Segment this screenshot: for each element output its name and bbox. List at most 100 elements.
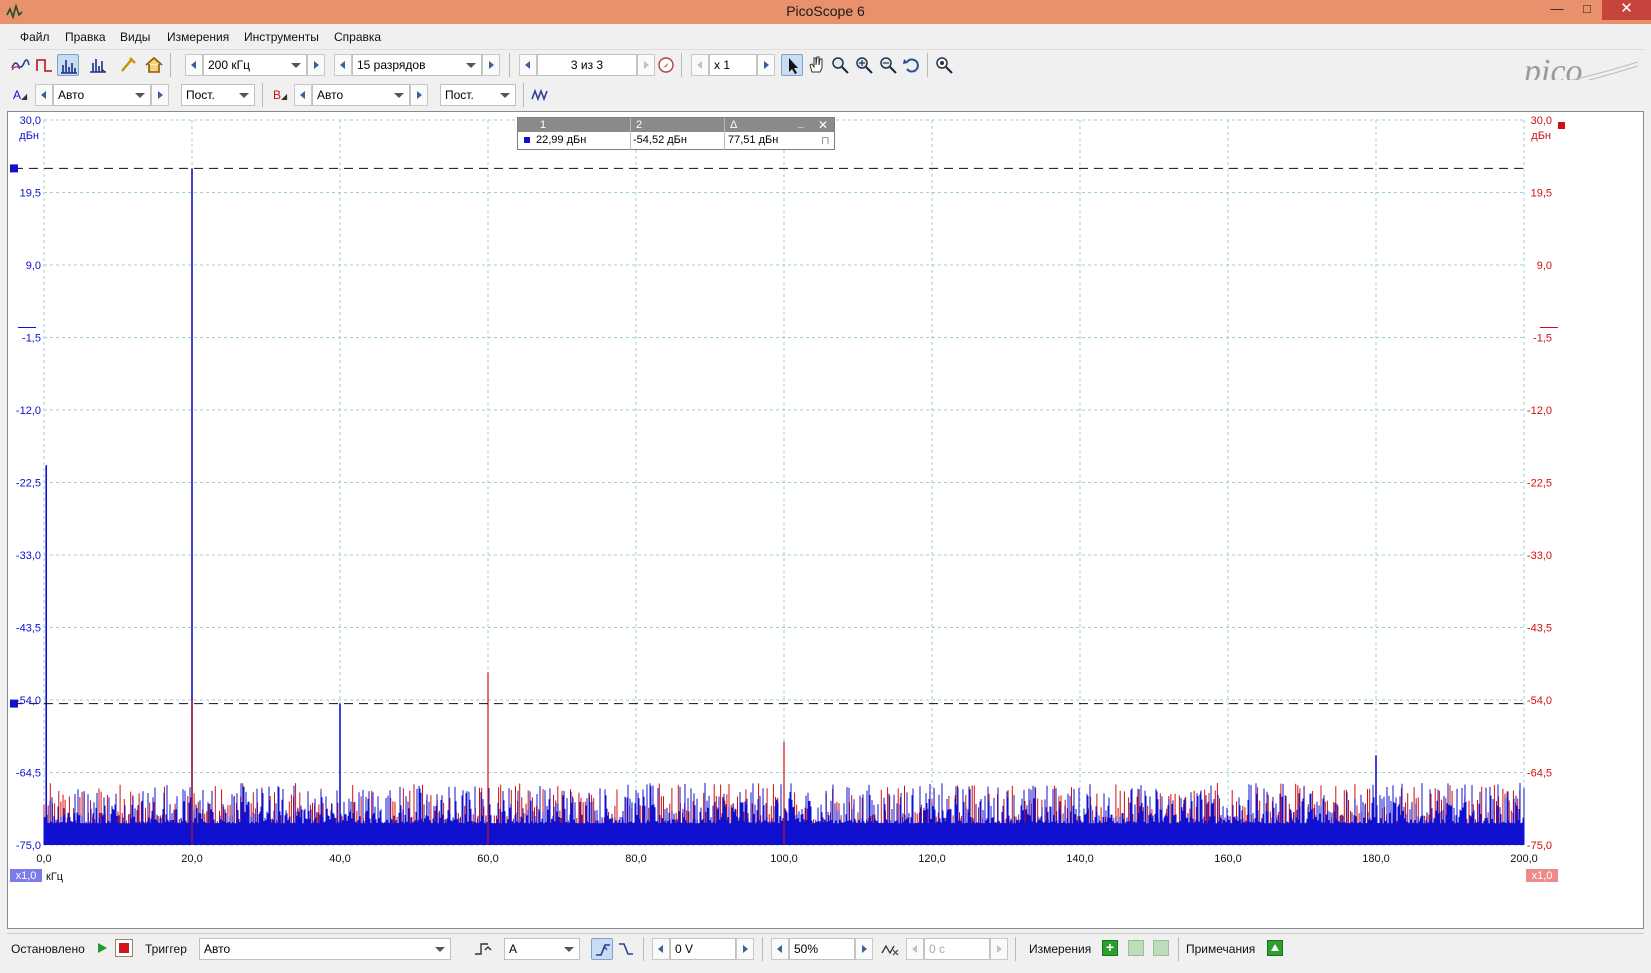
chevron-down-icon xyxy=(135,93,145,98)
x-unit-label: кГц xyxy=(46,871,64,883)
delete-measurement-icon[interactable] xyxy=(1153,940,1169,956)
menu-file[interactable]: Файл xyxy=(20,30,50,44)
channel-b-button[interactable]: B◢ xyxy=(269,84,291,106)
resolution-prev-button[interactable] xyxy=(334,54,352,76)
channel-a-range-prev[interactable] xyxy=(35,84,53,106)
table-divider xyxy=(630,118,631,150)
y-tick-label-right: -54,0 xyxy=(1527,695,1552,707)
menu-bar: Файл Правка Виды Измерения Инструменты С… xyxy=(7,26,1644,48)
maximize-button[interactable]: □ xyxy=(1572,0,1602,20)
trigger-threshold-field[interactable]: 0 V xyxy=(670,938,736,960)
x-tick-label: 160,0 xyxy=(1214,853,1242,865)
pretrigger-prev-button[interactable] xyxy=(771,938,789,960)
undo-zoom-icon[interactable] xyxy=(901,54,923,76)
spectrum-mode-icon[interactable] xyxy=(57,54,79,76)
channel-b-range-prev[interactable] xyxy=(294,84,312,106)
timebase-next-button[interactable] xyxy=(307,54,325,76)
probe-icon[interactable] xyxy=(117,54,139,76)
trigger-mode-select[interactable]: Авто xyxy=(199,938,451,960)
status-separator xyxy=(762,937,763,961)
zoom-overview-icon[interactable] xyxy=(933,54,955,76)
acquisition-state: Остановлено xyxy=(11,942,85,956)
cursor-lines[interactable] xyxy=(10,164,1524,708)
signal-generator-icon[interactable] xyxy=(529,84,551,106)
cursor-col-2: 2 xyxy=(636,119,643,131)
channel-b-coupling-select[interactable]: Пост. xyxy=(440,84,516,106)
menu-help[interactable]: Справка xyxy=(334,30,381,44)
buffer-next-button[interactable] xyxy=(637,54,655,76)
advanced-trigger-icon[interactable] xyxy=(472,938,494,960)
zoom-out-icon[interactable] xyxy=(877,54,899,76)
trigger-source-select[interactable]: A xyxy=(504,938,580,960)
zoom-in-icon[interactable] xyxy=(853,54,875,76)
resolution-next-button[interactable] xyxy=(482,54,500,76)
chevron-down-icon xyxy=(500,93,510,98)
stop-button[interactable] xyxy=(115,939,133,957)
minimize-button[interactable]: — xyxy=(1542,0,1572,20)
spectrum-view[interactable]: 30,0 30,0 19,5 19,5 9,0 9,0 -1,5 -1,5 -12,0 -12,0… xyxy=(7,111,1644,929)
resolution-select[interactable]: 15 разрядов xyxy=(352,54,482,76)
zoom-factor-field[interactable]: x 1 xyxy=(709,54,757,76)
x-tick-label: 180,0 xyxy=(1362,853,1390,865)
menu-views[interactable]: Виды xyxy=(120,30,150,44)
channel-b-label: B xyxy=(273,88,282,102)
add-measurement-icon[interactable]: + xyxy=(1102,940,1118,956)
persistence-mode-icon[interactable] xyxy=(33,54,55,76)
close-table-icon[interactable]: ✕ xyxy=(818,118,828,132)
post-trigger-delay-field[interactable]: 0 с xyxy=(924,938,990,960)
threshold-prev-button[interactable] xyxy=(652,938,670,960)
window-title: PicoScope 6 xyxy=(786,3,865,19)
buffer-prev-button[interactable] xyxy=(519,54,537,76)
zoom-next-button[interactable] xyxy=(757,54,775,76)
pretrigger-next-button[interactable] xyxy=(855,938,873,960)
channel-b-coupling-value: Пост. xyxy=(445,88,474,102)
rising-edge-icon[interactable] xyxy=(591,938,613,960)
home-icon[interactable] xyxy=(143,54,165,76)
channel-b-range-next[interactable] xyxy=(410,84,428,106)
spectrum-options-icon[interactable] xyxy=(87,54,109,76)
channel-a-range-select[interactable]: Авто xyxy=(53,84,151,106)
resolution-value: 15 разрядов xyxy=(357,58,426,72)
channel-a-range-next[interactable] xyxy=(151,84,169,106)
menu-tools[interactable]: Инструменты xyxy=(244,30,319,44)
pointer-tool-icon[interactable] xyxy=(781,54,803,76)
chevron-down-icon xyxy=(564,947,574,952)
channel-b-range-select[interactable]: Авто xyxy=(312,84,410,106)
scope-mode-icon[interactable] xyxy=(9,54,31,76)
lock-icon[interactable]: ⊓ xyxy=(821,134,830,147)
timebase-select[interactable]: 200 кГц xyxy=(203,54,307,76)
measurements-label: Измерения xyxy=(1029,942,1092,956)
notes-toggle-icon[interactable] xyxy=(1267,940,1283,956)
buffer-index-field[interactable]: 3 из 3 xyxy=(537,54,637,76)
close-button[interactable]: ✕ xyxy=(1602,0,1651,20)
post-trigger-delay-icon[interactable] xyxy=(879,938,901,960)
cursor-value-delta: 77,51 дБн xyxy=(728,134,779,146)
zoom-region-icon[interactable] xyxy=(829,54,851,76)
cursor-handle-1[interactable] xyxy=(10,164,18,173)
spectrum-plot[interactable]: 30,0 30,0 19,5 19,5 9,0 9,0 -1,5 -1,5 -12,0 -12,0… xyxy=(8,112,1643,928)
timebase-prev-button[interactable] xyxy=(185,54,203,76)
channel-a-coupling-value: Пост. xyxy=(186,88,215,102)
channel-a-coupling-select[interactable]: Пост. xyxy=(181,84,255,106)
picoscope-window: PicoScope 6 — □ ✕ Файл Правка Виды Измер… xyxy=(0,0,1651,973)
menu-measurements[interactable]: Измерения xyxy=(167,30,229,44)
y-tick-label-left: -12,0 xyxy=(16,405,41,417)
zoom-prev-button[interactable] xyxy=(691,54,709,76)
pretrigger-field[interactable]: 50% xyxy=(789,938,855,960)
delay-prev-button[interactable] xyxy=(906,938,924,960)
buffer-navigator-icon[interactable] xyxy=(655,54,677,76)
run-icon[interactable] xyxy=(95,941,109,955)
channel-a-button[interactable]: A◢ xyxy=(9,84,31,106)
minimize-table-icon[interactable]: _ xyxy=(798,117,804,129)
cursor-measurement-table[interactable]: 1 2 Δ _ ✕ 22,99 дБн -54,52 дБн 77,51 дБн… xyxy=(517,117,835,150)
cursor-value-1: 22,99 дБн xyxy=(536,134,587,146)
hand-tool-icon[interactable] xyxy=(805,54,827,76)
delay-next-button[interactable] xyxy=(990,938,1008,960)
threshold-next-button[interactable] xyxy=(736,938,754,960)
falling-edge-icon[interactable] xyxy=(615,938,637,960)
trigger-mode-value: Авто xyxy=(204,942,231,956)
toolbar-separator xyxy=(523,83,524,107)
edit-measurement-icon[interactable] xyxy=(1128,940,1144,956)
menu-edit[interactable]: Правка xyxy=(65,30,106,44)
axis-labels: 30,0 30,0 19,5 19,5 9,0 9,0 -1,5 -1,5 -12,0 -12,0… xyxy=(10,115,1565,883)
